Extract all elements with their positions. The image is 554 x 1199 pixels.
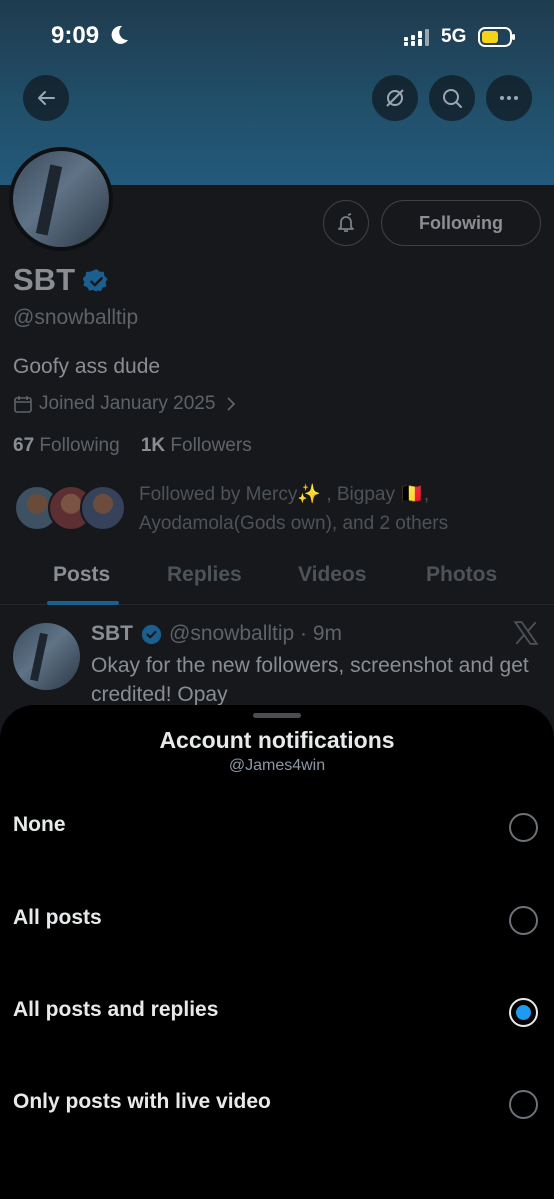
radio-all-posts[interactable] bbox=[509, 906, 538, 935]
option-label: Only posts with live video bbox=[13, 1090, 271, 1113]
tab-posts[interactable]: Posts bbox=[53, 563, 110, 587]
radio-live-video[interactable] bbox=[509, 1090, 538, 1119]
profile-bio: Goofy ass dude bbox=[13, 355, 161, 378]
bell-icon bbox=[338, 213, 354, 232]
back-button[interactable] bbox=[23, 75, 69, 121]
signal-icon bbox=[404, 29, 429, 46]
post-text[interactable]: Okay for the new followers, screenshot a… bbox=[91, 651, 541, 709]
followed-by-text[interactable]: Followed by Mercy✨ , Bigpay 🇧🇪, Ayodamol… bbox=[139, 480, 544, 538]
following-count: 67 bbox=[13, 435, 35, 456]
tab-photos[interactable]: Photos bbox=[426, 563, 497, 587]
network-type: 5G bbox=[441, 26, 467, 47]
follow-stats: 67 Following 1K Followers bbox=[13, 435, 252, 457]
sheet-subtitle: @James4win bbox=[228, 757, 326, 774]
followers-stat[interactable]: 1K Followers bbox=[141, 435, 252, 456]
sheet-grabber[interactable] bbox=[253, 713, 301, 718]
active-tab-indicator bbox=[47, 601, 119, 605]
notifications-bell-button[interactable] bbox=[323, 200, 369, 246]
sheet-title: Account notifications bbox=[159, 727, 395, 753]
option-live-video[interactable]: Only posts with live video bbox=[0, 1069, 554, 1139]
option-label: All posts bbox=[13, 906, 102, 929]
followers-count: 1K bbox=[140, 435, 166, 456]
calendar-icon bbox=[14, 396, 32, 413]
post-avatar[interactable] bbox=[13, 623, 80, 690]
option-label: None bbox=[13, 813, 66, 836]
option-all-posts-and-replies[interactable]: All posts and replies bbox=[0, 977, 554, 1047]
joined-text: Joined January 2025 bbox=[39, 393, 216, 414]
option-none[interactable]: None bbox=[0, 792, 554, 862]
hide-reposts-button[interactable] bbox=[372, 75, 418, 121]
circle-slash-icon bbox=[386, 89, 404, 107]
avatar bbox=[80, 485, 126, 531]
profile-display-name: SBT bbox=[13, 262, 75, 297]
more-options-button[interactable] bbox=[486, 75, 532, 121]
tab-videos[interactable]: Videos bbox=[298, 563, 366, 587]
following-stat[interactable]: 67 Following bbox=[13, 435, 120, 456]
joined-date[interactable]: Joined January 2025 bbox=[13, 393, 241, 415]
search-icon bbox=[443, 89, 462, 108]
following-button[interactable]: Following bbox=[381, 200, 541, 246]
profile-tabs: Posts Replies Videos Photos bbox=[0, 553, 554, 605]
profile-handle: @snowballtip bbox=[13, 306, 139, 329]
radio-none[interactable] bbox=[509, 813, 538, 842]
option-label: All posts and replies bbox=[13, 998, 219, 1021]
more-horizontal-icon bbox=[500, 96, 518, 100]
arrow-left-icon bbox=[38, 91, 55, 105]
status-bar: 9:09 5G bbox=[0, 0, 554, 74]
option-all-posts[interactable]: All posts bbox=[0, 885, 554, 955]
status-time: 9:09 bbox=[51, 22, 100, 49]
account-notifications-sheet: Account notifications @James4win None Al… bbox=[0, 705, 554, 1199]
followers-label: Followers bbox=[170, 435, 252, 456]
post-handle-time: @snowballtip · 9m bbox=[169, 622, 343, 645]
moon-icon bbox=[111, 25, 128, 44]
tab-replies[interactable]: Replies bbox=[167, 563, 242, 587]
radio-all-posts-and-replies[interactable] bbox=[509, 998, 538, 1027]
x-logo-icon bbox=[513, 621, 539, 645]
post-author-name: SBT bbox=[91, 622, 133, 645]
profile-avatar[interactable] bbox=[9, 147, 113, 251]
following-label: Following bbox=[39, 435, 120, 456]
search-button[interactable] bbox=[429, 75, 475, 121]
verified-badge-icon bbox=[83, 269, 108, 292]
chevron-right-icon bbox=[227, 397, 236, 411]
followed-by-avatars[interactable] bbox=[14, 485, 129, 533]
verified-badge-icon bbox=[141, 624, 162, 645]
battery-icon bbox=[478, 27, 515, 47]
